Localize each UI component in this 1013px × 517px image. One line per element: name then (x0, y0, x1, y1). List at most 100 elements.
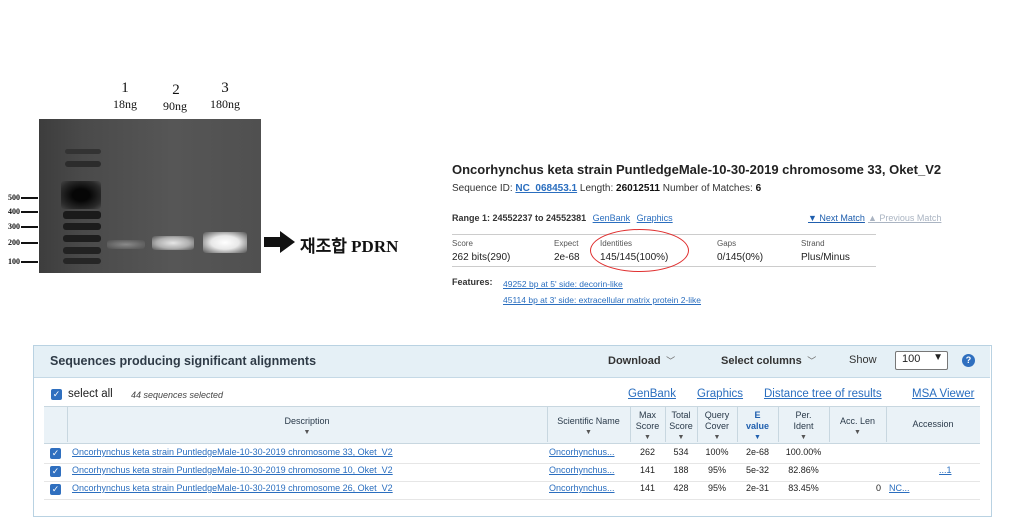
row-scientific-name-link[interactable]: Oncorhynchus... (549, 465, 627, 475)
sample-band-lane-2 (152, 236, 194, 250)
pdrn-label: 재조합 PDRN (300, 237, 399, 256)
stat-value-expect: 2e-68 (554, 252, 580, 263)
row-max-score: 141 (639, 465, 656, 475)
row-checkbox[interactable]: ✓ (50, 484, 61, 495)
column-header-per-ident[interactable]: Per. Ident ▼ (778, 410, 829, 443)
table-row[interactable]: ✓ Oncorhynchus keta strain PuntledgeMale… (44, 445, 980, 464)
matches-label: Number of Matches: (662, 183, 753, 194)
sort-arrow-icon: ▼ (585, 429, 592, 436)
row-accession-link[interactable]: ...1 (939, 465, 979, 475)
column-header-label: Acc. Len (839, 416, 876, 426)
ladder-label-200: 200 (8, 238, 20, 247)
ladder-band (63, 258, 101, 264)
ladder-tick (21, 197, 38, 199)
column-header-accession[interactable]: Accession (886, 419, 980, 430)
row-per-ident: 82.86% (788, 465, 819, 475)
row-checkbox[interactable]: ✓ (50, 448, 61, 459)
column-header-sub: Score (669, 421, 693, 431)
row-checkbox[interactable]: ✓ (50, 466, 61, 477)
row-accession-link[interactable]: NC... (889, 483, 979, 493)
ladder-tick (21, 211, 38, 213)
sample-band-lane-1 (107, 240, 145, 249)
identities-highlight-circle (590, 229, 689, 272)
row-per-ident: 100.00% (785, 447, 822, 457)
sort-arrow-icon: ▼ (644, 434, 651, 441)
column-header-label: Description (284, 416, 330, 426)
ladder-band (61, 181, 101, 209)
ladder-label-100: 100 (8, 257, 20, 266)
select-columns-menu[interactable]: Select columns ﹀ (721, 354, 816, 367)
column-header-evalue[interactable]: E value ▼ (737, 410, 778, 443)
ladder-label-500: 500 (8, 193, 20, 202)
column-header-label: Query (704, 410, 730, 420)
lane-amount-2: 90ng (163, 99, 187, 113)
row-scientific-name-link[interactable]: Oncorhynchus... (549, 447, 627, 457)
feature-link-3prime[interactable]: 45114 bp at 3' side: extracellular matri… (503, 295, 701, 305)
column-header-query-cover[interactable]: Query Cover ▼ (697, 410, 737, 443)
select-all-checkbox[interactable]: ✓ (51, 389, 62, 400)
show-count-select[interactable]: 100 ▼ (895, 351, 948, 370)
column-header-label: Scientific Name (557, 416, 620, 426)
help-icon[interactable]: ? (962, 354, 975, 367)
next-match-link[interactable]: ▼ Next Match (808, 213, 865, 223)
select-columns-label: Select columns (721, 355, 802, 367)
row-total-score: 188 (673, 465, 689, 475)
ladder-label-300: 300 (8, 222, 20, 231)
seq-id-link[interactable]: NC_068453.1 (515, 183, 577, 194)
ladder-band (63, 247, 101, 254)
column-header-label: Max (638, 410, 656, 420)
row-query-cover: 100% (705, 447, 729, 457)
graphics-link[interactable]: Graphics (637, 213, 673, 223)
length-label: Length: (579, 183, 614, 194)
stat-value-score: 262 bits(290) (452, 252, 511, 263)
row-description-link[interactable]: Oncorhynchus keta strain PuntledgeMale-1… (72, 447, 393, 457)
stat-header-gaps: Gaps (717, 239, 737, 248)
column-header-total-score[interactable]: Total Score ▼ (665, 410, 697, 443)
row-scientific-name-link[interactable]: Oncorhynchus... (549, 483, 627, 493)
chevron-down-icon: ﹀ (663, 356, 676, 366)
column-header-sub: Ident (793, 421, 814, 431)
previous-match-link[interactable]: ▲ Previous Match (868, 213, 941, 223)
column-header-max-score[interactable]: Max Score ▼ (630, 410, 665, 443)
toolbar-link-graphics[interactable]: Graphics (697, 388, 743, 400)
download-menu[interactable]: Download ﹀ (608, 354, 675, 367)
row-description-link[interactable]: Oncorhynchus keta strain PuntledgeMale-1… (72, 483, 393, 493)
ladder-band (63, 223, 101, 230)
row-query-cover: 95% (707, 483, 726, 493)
hit-meta: Sequence ID: NC_068453.1 Length: 2601251… (452, 183, 761, 194)
column-header-description[interactable]: Description ▼ (67, 416, 547, 438)
column-header-acc-len[interactable]: Acc. Len ▼ (829, 416, 886, 438)
genbank-link[interactable]: GenBank (593, 213, 631, 223)
stat-header-strand: Strand (801, 239, 825, 248)
feature-link-5prime[interactable]: 49252 bp at 5' side: decorin-like (503, 279, 623, 289)
table-row[interactable]: ✓ Oncorhynchus keta strain PuntledgeMale… (44, 481, 980, 500)
table-row[interactable]: ✓ Oncorhynchus keta strain PuntledgeMale… (44, 463, 980, 482)
sort-arrow-icon: ▼ (303, 429, 311, 436)
toolbar-link-distance-tree[interactable]: Distance tree of results (764, 388, 882, 400)
ladder-band (65, 149, 101, 154)
column-header-label: E (754, 410, 761, 420)
length-value: 26012511 (616, 183, 660, 194)
row-total-score: 534 (673, 447, 689, 457)
show-label: Show (849, 354, 877, 366)
lane-number-2: 2 (172, 82, 180, 98)
row-max-score: 141 (639, 483, 656, 493)
ladder-tick (21, 226, 38, 228)
row-query-cover: 95% (707, 465, 726, 475)
lane-amount-1: 18ng (113, 97, 137, 111)
features-label: Features: (452, 277, 493, 287)
ladder-label-400: 400 (8, 207, 20, 216)
column-header-scientific-name[interactable]: Scientific Name ▼ (547, 416, 630, 438)
toolbar-link-msa-viewer[interactable]: MSA Viewer (912, 388, 974, 400)
row-acc-len: 0 (875, 483, 881, 493)
ladder-tick (21, 242, 38, 244)
hit-title: Oncorhynchus keta strain PuntledgeMale-1… (452, 162, 942, 177)
range-line: Range 1: 24552237 to 24552381 GenBank Gr… (452, 213, 673, 223)
toolbar-link-genbank[interactable]: GenBank (628, 388, 676, 400)
seq-id-label: Sequence ID: (452, 183, 513, 194)
gel-image (39, 119, 261, 273)
lane-number-3: 3 (221, 80, 229, 96)
row-description-link[interactable]: Oncorhynchus keta strain PuntledgeMale-1… (72, 465, 393, 475)
right-arrow-icon (264, 231, 295, 253)
sort-arrow-icon: ▼ (800, 434, 807, 441)
